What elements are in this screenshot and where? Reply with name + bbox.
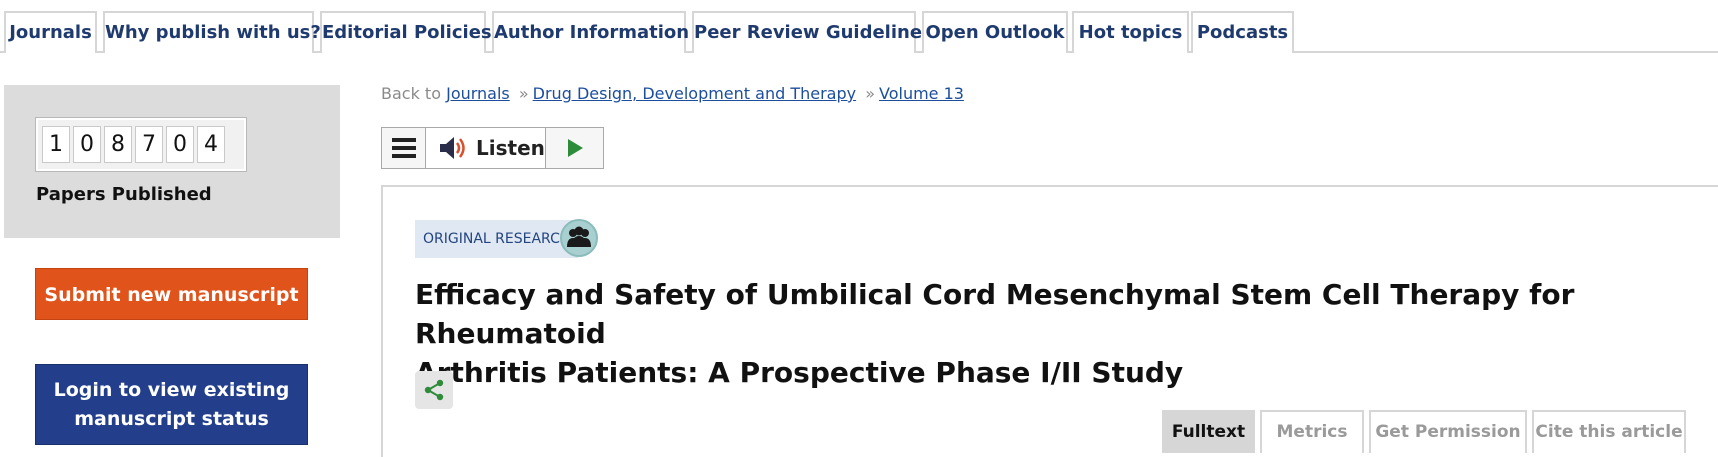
login-button-line-1: Login to view existing <box>53 379 290 401</box>
tab-metrics[interactable]: Metrics <box>1260 410 1364 453</box>
menu-icon[interactable] <box>382 128 426 168</box>
nav-tab-journals[interactable]: Journals <box>4 11 97 53</box>
top-navigation: Journals Why publish with us? Editorial … <box>0 0 1718 53</box>
papers-counter: 1 0 8 7 0 4 <box>36 118 246 171</box>
tab-cite-this-article[interactable]: Cite this article <box>1532 410 1686 453</box>
login-manuscript-status-button[interactable]: Login to view existing manuscript status <box>35 364 308 445</box>
play-icon <box>567 139 583 157</box>
breadcrumb: Back to Journals » Drug Design, Developme… <box>381 84 964 103</box>
nav-tab-hot-topics[interactable]: Hot topics <box>1072 11 1189 53</box>
listen-toolbar: Listen <box>381 127 604 169</box>
listen-label: Listen <box>476 136 545 160</box>
article-title-line-2: Arthritis Patients: A Prospective Phase … <box>415 356 1184 389</box>
share-button[interactable] <box>415 371 453 409</box>
counter-digit: 7 <box>135 126 163 163</box>
article-type-badge: ORIGINAL RESEARCH <box>415 220 579 258</box>
counter-digit: 0 <box>166 126 194 163</box>
login-button-line-2: manuscript status <box>74 408 269 430</box>
breadcrumb-link-journal-name[interactable]: Drug Design, Development and Therapy <box>533 84 856 103</box>
nav-tab-podcasts[interactable]: Podcasts <box>1191 11 1294 53</box>
papers-published-label: Papers Published <box>36 184 212 205</box>
speaker-icon <box>440 137 465 159</box>
breadcrumb-separator: » <box>865 84 875 103</box>
nav-tab-editorial-policies[interactable]: Editorial Policies <box>320 11 492 53</box>
nav-tab-author-information[interactable]: Author Information <box>492 11 689 53</box>
breadcrumb-separator: » <box>518 84 529 103</box>
article-tabs: Fulltext Metrics Get Permission Cite thi… <box>383 410 1686 457</box>
group-icon <box>560 219 598 257</box>
article-card: ORIGINAL RESEARCH Efficacy and Safety of… <box>381 185 1718 457</box>
listen-button[interactable]: Listen <box>426 128 546 168</box>
share-icon <box>424 379 444 401</box>
tab-get-permission[interactable]: Get Permission <box>1369 410 1527 453</box>
submit-manuscript-button[interactable]: Submit new manuscript <box>35 268 308 320</box>
article-title: Efficacy and Safety of Umbilical Cord Me… <box>415 275 1675 392</box>
breadcrumb-link-volume[interactable]: Volume 13 <box>879 84 964 103</box>
nav-tab-why-publish[interactable]: Why publish with us? <box>103 11 321 53</box>
breadcrumb-link-journals[interactable]: Journals <box>446 84 510 103</box>
papers-published-panel: 1 0 8 7 0 4 Papers Published <box>4 85 340 238</box>
nav-tab-peer-review-guidelines[interactable]: Peer Review Guidelines <box>692 11 933 53</box>
nav-tab-open-outlook[interactable]: Open Outlook <box>922 11 1068 53</box>
article-title-line-1: Efficacy and Safety of Umbilical Cord Me… <box>415 278 1575 350</box>
counter-digit: 8 <box>104 126 132 163</box>
breadcrumb-prefix: Back to <box>381 84 441 103</box>
tab-fulltext[interactable]: Fulltext <box>1162 410 1255 453</box>
counter-digit: 4 <box>197 126 225 163</box>
counter-digit: 1 <box>42 126 70 163</box>
counter-digit: 0 <box>73 126 101 163</box>
play-button[interactable] <box>546 128 603 168</box>
